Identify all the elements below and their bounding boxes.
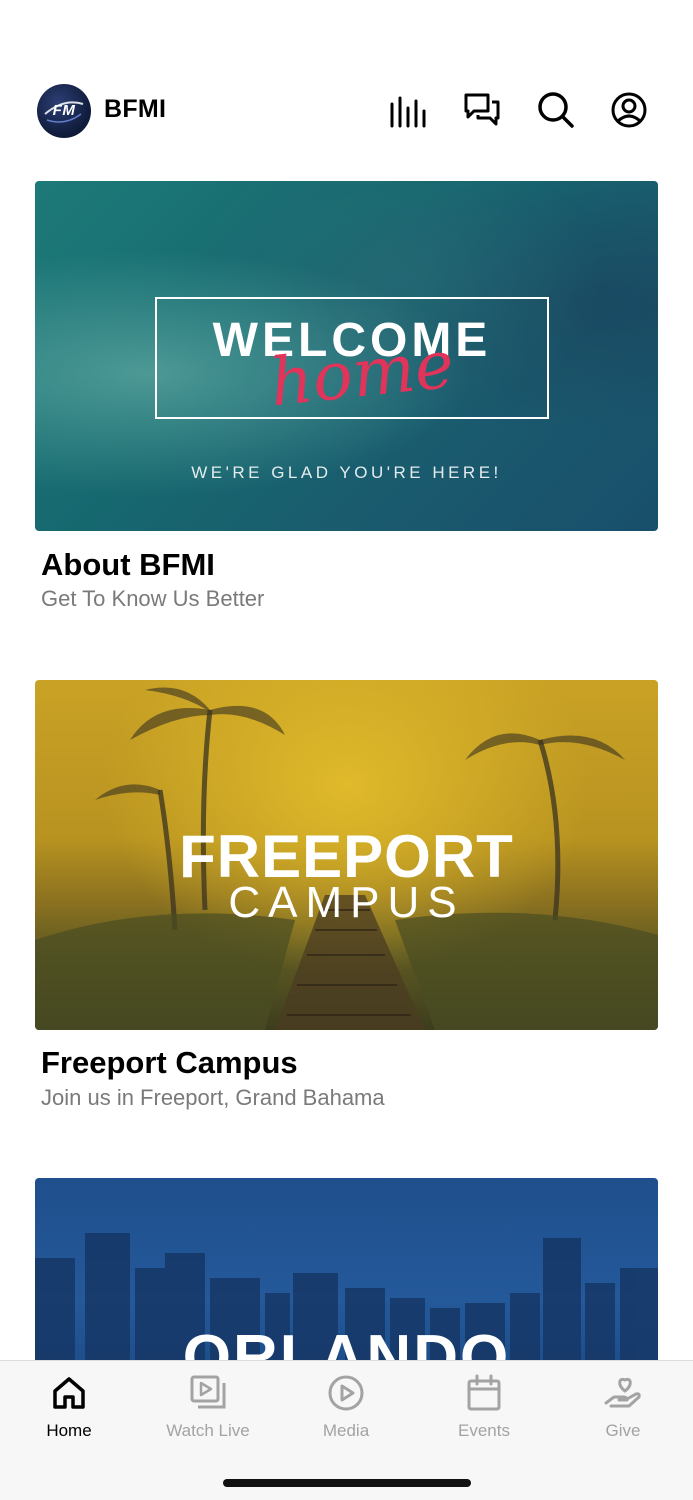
profile-icon[interactable] [609,90,649,130]
welcome-frame: WELCOME home [155,297,549,421]
home-indicator[interactable] [223,1479,471,1487]
tab-home[interactable]: Home [0,1361,138,1451]
tab-label: Media [322,1421,370,1440]
welcome-tagline: WE'RE GLAD YOU'RE HERE! [191,463,502,482]
watch-live-icon [188,1373,228,1413]
home-icon [49,1373,89,1413]
app-logo[interactable]: FM [37,84,91,138]
play-circle-icon [326,1373,366,1413]
app-header: FM BFMI [0,80,693,142]
card-subtitle: Join us in Freeport, Grand Bahama [41,1085,385,1110]
tab-give[interactable]: Give [554,1361,692,1451]
card-title: About BFMI [41,547,215,582]
logo-text: FM [52,102,76,119]
app-title: BFMI [104,95,167,123]
card-freeport[interactable]: FREEPORT CAMPUS Freeport Campus Join us … [35,680,658,1110]
search-icon[interactable] [536,90,576,130]
tab-label: Watch Live [166,1421,250,1440]
card-subtitle: Get To Know Us Better [41,586,265,611]
freeport-subline: CAMPUS [228,878,465,927]
card-about[interactable]: WELCOME home WE'RE GLAD YOU'RE HERE! Abo… [35,181,658,611]
tab-watch-live[interactable]: Watch Live [139,1361,277,1451]
card-title: Freeport Campus [41,1045,298,1080]
chat-bubbles-icon[interactable] [462,90,502,130]
calendar-icon [464,1373,504,1413]
tab-label: Give [605,1421,641,1440]
give-heart-hand-icon [603,1373,643,1413]
tab-events[interactable]: Events [415,1361,553,1451]
tab-label: Events [458,1421,510,1440]
bottom-tab-bar: Home Watch Live Media Events Give [0,1360,693,1500]
tab-label: Home [46,1421,92,1440]
about-banner-image[interactable]: WELCOME home WE'RE GLAD YOU'RE HERE! [35,181,658,531]
equalizer-icon[interactable] [388,90,428,130]
tab-media[interactable]: Media [277,1361,415,1451]
screen: FM BFMI WELCOME home WE'RE GLAD YOU'RE H… [0,0,693,1500]
freeport-banner-image[interactable]: FREEPORT CAMPUS [35,680,658,1030]
